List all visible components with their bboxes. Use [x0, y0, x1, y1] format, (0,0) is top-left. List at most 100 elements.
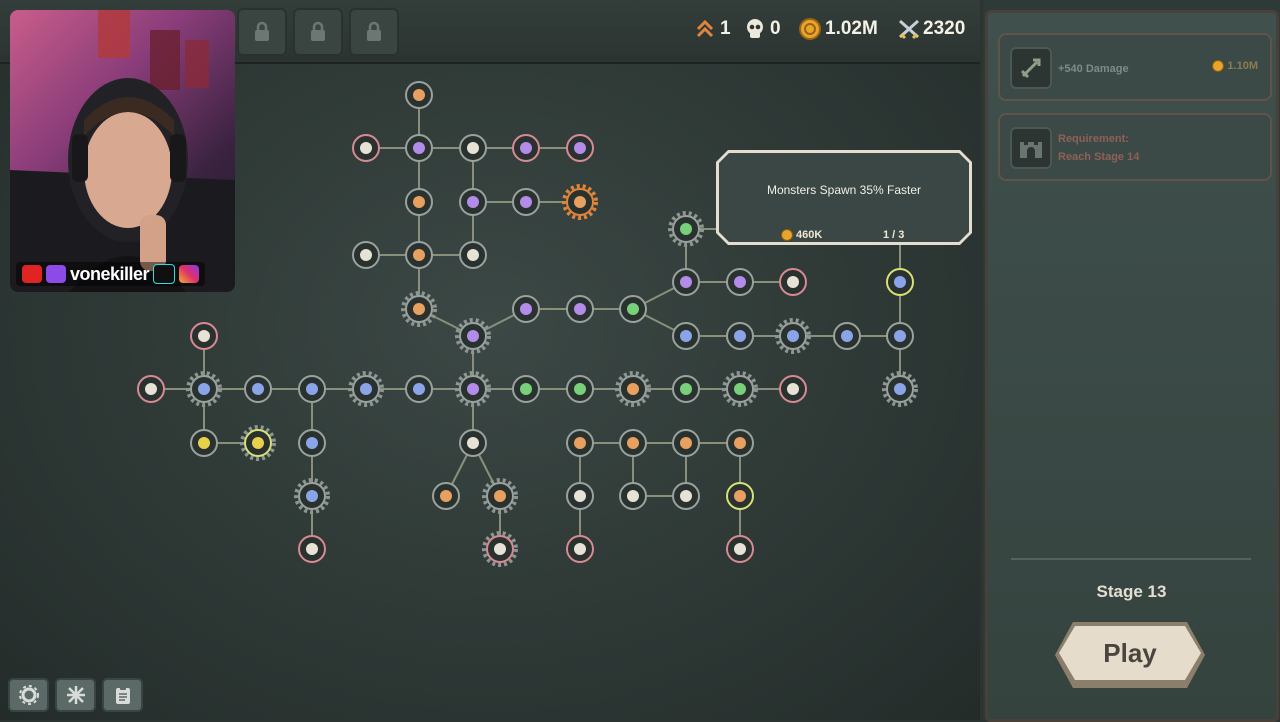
fire-node[interactable]: [401, 291, 437, 327]
chest-node[interactable]: [619, 482, 647, 510]
lightning-node[interactable]: [459, 429, 487, 457]
fire-node[interactable]: [432, 482, 460, 510]
monster-node[interactable]: [244, 375, 272, 403]
sword-node[interactable]: [566, 295, 594, 323]
globe-node[interactable]: [668, 211, 704, 247]
fire-icon: [413, 303, 425, 315]
kunai-node[interactable]: [459, 241, 487, 269]
lightning-node[interactable]: [482, 531, 518, 567]
monster-node[interactable]: [882, 371, 918, 407]
compass-node[interactable]: [615, 371, 651, 407]
clock-node[interactable]: [512, 375, 540, 403]
clock-icon: [520, 383, 532, 395]
ring-node[interactable]: [619, 429, 647, 457]
coin-icon: [799, 18, 821, 40]
streamer-handle-bar: vonekiller: [16, 262, 206, 286]
star-node[interactable]: [298, 429, 326, 457]
locked-slot[interactable]: [349, 8, 399, 56]
ring-node[interactable]: [726, 482, 754, 510]
locked-slot[interactable]: [237, 8, 287, 56]
requirement-label: Requirement:: [1058, 133, 1129, 145]
scythe-node[interactable]: [352, 134, 380, 162]
pickaxe-icon: [145, 383, 157, 395]
divider: [1011, 558, 1251, 560]
fire-node[interactable]: [405, 81, 433, 109]
coin-icon: [1212, 60, 1225, 72]
clipboard-icon: [115, 686, 130, 704]
play-button[interactable]: Play: [1055, 622, 1205, 688]
monster-icon: [680, 330, 692, 342]
crossed-swords-node[interactable]: [562, 184, 598, 220]
lock-icon: [367, 21, 381, 41]
stars-node[interactable]: [294, 478, 330, 514]
chevron-rank-icon: [494, 490, 506, 502]
sword-icon: [413, 142, 425, 154]
sword-node[interactable]: [512, 134, 540, 162]
monster-node[interactable]: [726, 322, 754, 350]
monster-node[interactable]: [405, 375, 433, 403]
clipboard-button[interactable]: [102, 678, 143, 712]
sword-node[interactable]: [512, 188, 540, 216]
gem-node[interactable]: [190, 322, 218, 350]
settings-button[interactable]: [8, 678, 49, 712]
sword-node[interactable]: [405, 134, 433, 162]
money-bag-node[interactable]: [566, 482, 594, 510]
pickaxe-node[interactable]: [137, 375, 165, 403]
sword-icon: [520, 303, 532, 315]
damage-upgrade-card[interactable]: +540 Damage 1.10M: [998, 33, 1272, 101]
sword-shield-node[interactable]: [405, 241, 433, 269]
chevron-rank-node[interactable]: [482, 478, 518, 514]
monster-icon: [734, 330, 746, 342]
scythe-node[interactable]: [352, 241, 380, 269]
ring-node[interactable]: [566, 429, 594, 457]
kunai-node[interactable]: [459, 134, 487, 162]
crossed-swords-node[interactable]: [455, 371, 491, 407]
star-icon: [306, 437, 318, 449]
chest-node[interactable]: [672, 482, 700, 510]
monster-node[interactable]: [886, 268, 914, 296]
blades-node[interactable]: [405, 188, 433, 216]
sword-node[interactable]: [455, 318, 491, 354]
ring-node[interactable]: [726, 535, 754, 563]
sword-shield-icon: [574, 142, 586, 154]
sword-node[interactable]: [512, 295, 540, 323]
gift-node[interactable]: [726, 268, 754, 296]
clock-node[interactable]: [566, 375, 594, 403]
coin-node[interactable]: [240, 425, 276, 461]
monster-node[interactable]: [186, 371, 222, 407]
sword-icon: [520, 142, 532, 154]
ring-node[interactable]: [672, 429, 700, 457]
globe-icon: [680, 223, 692, 235]
star-node[interactable]: [298, 535, 326, 563]
side-panel: +540 Damage 1.10M Requirement: Reach Sta…: [983, 0, 1280, 722]
clock-icon: [680, 383, 692, 395]
sword-node[interactable]: [459, 188, 487, 216]
monster-node[interactable]: [833, 322, 861, 350]
monster-node[interactable]: [348, 371, 384, 407]
ring-icon: [627, 437, 639, 449]
monster-node[interactable]: [775, 318, 811, 354]
fire-icon: [440, 490, 452, 502]
tower-node[interactable]: [566, 535, 594, 563]
clock-node[interactable]: [619, 295, 647, 323]
sword-shield-node[interactable]: [566, 134, 594, 162]
monster-node[interactable]: [886, 322, 914, 350]
locked-slot[interactable]: [293, 8, 343, 56]
bottom-toolbar: [8, 678, 143, 712]
gift-node[interactable]: [779, 268, 807, 296]
coin-icon: [252, 437, 264, 449]
money-bag-node[interactable]: [190, 429, 218, 457]
effects-button[interactable]: [55, 678, 96, 712]
gift-node[interactable]: [672, 268, 700, 296]
monster-node[interactable]: [779, 375, 807, 403]
lightning-icon: [494, 543, 506, 555]
sword-node[interactable]: [722, 371, 758, 407]
monster-node[interactable]: [298, 375, 326, 403]
clock-icon: [574, 383, 586, 395]
clock-node[interactable]: [672, 375, 700, 403]
ring-node[interactable]: [726, 429, 754, 457]
kills-stat: 0: [744, 18, 781, 40]
crossed-swords-icon: [467, 383, 479, 395]
monster-node[interactable]: [672, 322, 700, 350]
chevron-rank-icon: [694, 18, 716, 40]
